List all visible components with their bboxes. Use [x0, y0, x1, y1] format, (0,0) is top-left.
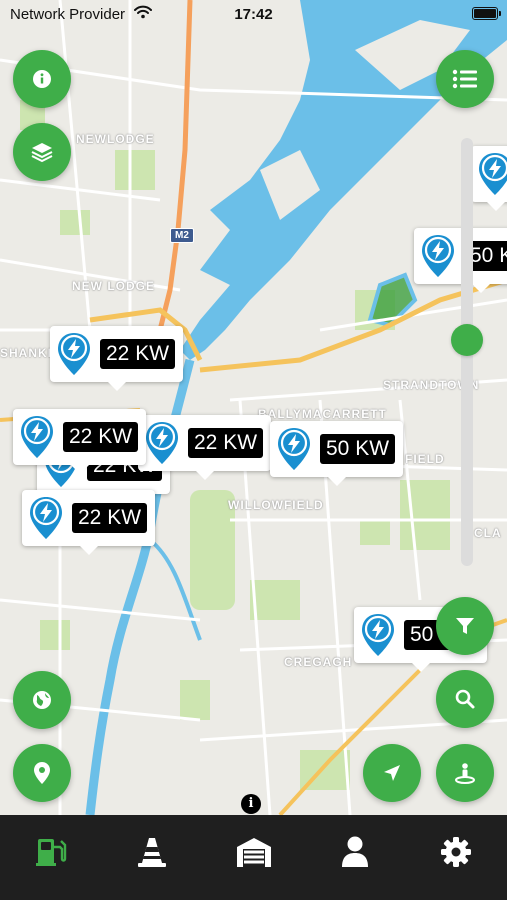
charger-power-label: 22 KW	[63, 422, 139, 452]
status-bar: Network Provider 17:42	[0, 0, 507, 28]
charger-marker[interactable]: 22 KW	[50, 326, 184, 391]
tab-roadworks[interactable]	[101, 815, 202, 900]
charger-pin-icon	[58, 333, 90, 375]
charger-pin-icon	[30, 497, 62, 539]
location-pin-icon	[34, 762, 50, 784]
map-label: NEW LODGE	[72, 279, 155, 293]
battery-icon	[472, 7, 501, 20]
filter-icon	[456, 618, 474, 634]
tab-garage[interactable]	[203, 815, 304, 900]
info-icon	[33, 70, 51, 88]
globe-button[interactable]	[13, 671, 71, 729]
map-label: BALLYMACARRETT	[258, 407, 387, 421]
gear-icon	[441, 837, 472, 867]
charger-power-label: 22 KW	[72, 503, 148, 533]
status-time: 17:42	[234, 6, 273, 23]
charger-marker[interactable]: 22 KW	[138, 415, 272, 480]
charger-marker[interactable]: 22 KW	[22, 490, 156, 555]
charger-pin-icon	[422, 235, 454, 277]
charger-marker[interactable]	[471, 146, 507, 211]
tab-profile[interactable]	[304, 815, 405, 900]
search-icon	[455, 689, 475, 709]
map-label: WILLOWFIELD	[228, 498, 324, 512]
charger-pin-icon	[21, 416, 53, 458]
fuel-pump-icon	[35, 839, 66, 866]
search-button[interactable]	[436, 670, 494, 728]
charger-marker[interactable]: 22 KW	[13, 409, 147, 474]
globe-icon	[33, 691, 51, 709]
street-view-icon	[455, 763, 475, 784]
garage-icon	[236, 838, 271, 867]
filter-button[interactable]	[436, 597, 494, 655]
bottom-tab-bar	[0, 815, 507, 900]
charger-pin-icon	[278, 428, 310, 470]
layers-icon	[31, 143, 53, 163]
charger-pin-icon	[146, 422, 178, 464]
charger-power-label: 50 KW	[320, 434, 396, 464]
list-icon	[452, 69, 477, 89]
street-view-button[interactable]	[436, 744, 494, 802]
charger-power-label: 22 KW	[188, 428, 264, 458]
map-label: NEWLODGE	[76, 132, 155, 146]
info-button[interactable]	[13, 50, 71, 108]
layers-button[interactable]	[13, 123, 71, 181]
my-location-button[interactable]	[13, 744, 71, 802]
tab-settings[interactable]	[406, 815, 507, 900]
list-view-button[interactable]	[436, 50, 494, 108]
road-shield-m2: M2	[170, 228, 194, 243]
map-base-layer	[0, 0, 507, 815]
navigation-arrow-icon	[384, 765, 400, 781]
map-view[interactable]: NEWLODGE NEW LODGE SHANKILL BALLYMACARRE…	[0, 0, 507, 815]
map-label: CREGAGH	[284, 655, 353, 669]
charger-power-label: 22 KW	[100, 339, 176, 369]
map-label: CLA	[474, 526, 502, 540]
charger-pin-icon	[479, 153, 507, 195]
traffic-cone-icon	[138, 838, 167, 867]
charger-marker[interactable]: 50 KW	[270, 421, 404, 486]
charger-pin-icon	[362, 614, 394, 656]
map-attribution-button[interactable]: i	[241, 794, 261, 814]
user-icon	[341, 836, 368, 867]
map-label: FIELD	[405, 452, 445, 466]
tab-charging-stations[interactable]	[0, 815, 101, 900]
navigate-button[interactable]	[363, 744, 421, 802]
zoom-slider-thumb[interactable]	[451, 324, 483, 356]
